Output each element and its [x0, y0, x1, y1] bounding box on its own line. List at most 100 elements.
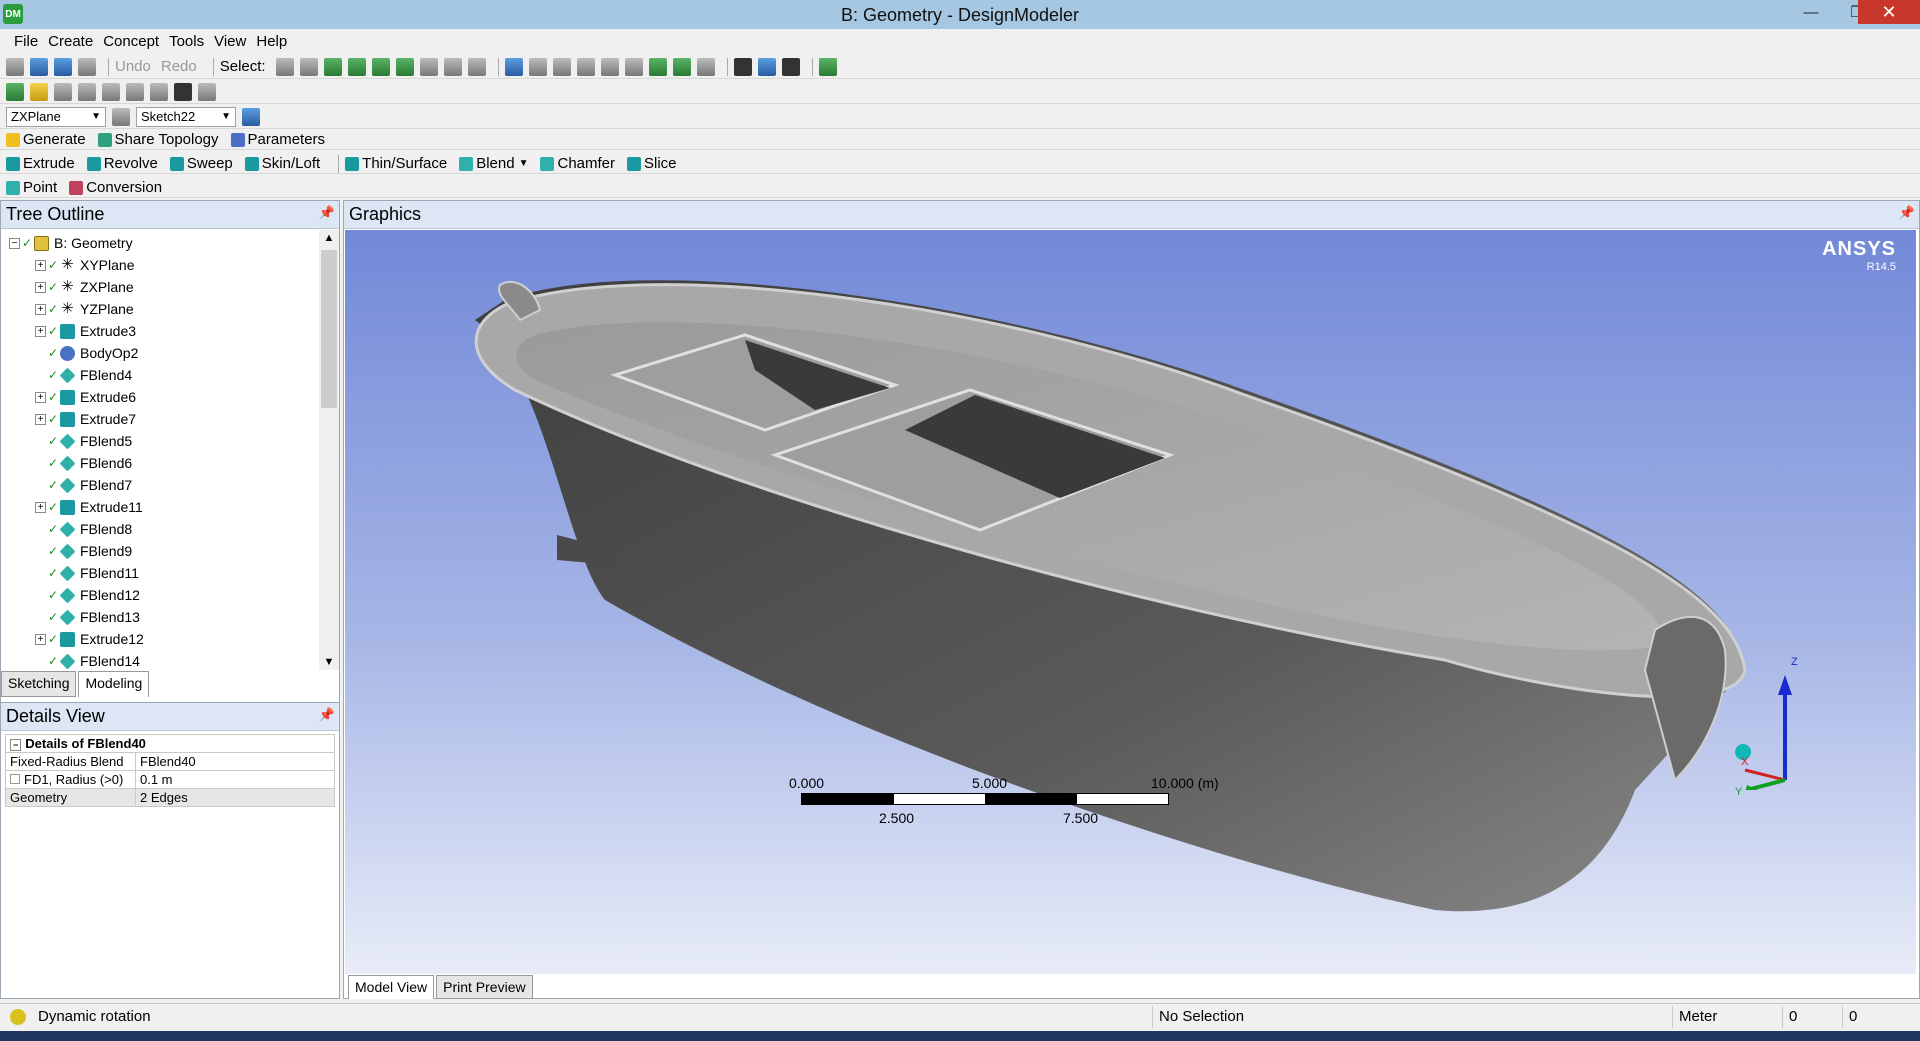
tab-modeling[interactable]: Modeling	[78, 671, 150, 697]
scroll-down-icon[interactable]: ▼	[319, 656, 339, 668]
new-icon[interactable]	[6, 57, 24, 76]
details-row[interactable]: Geometry 2 Edges	[5, 788, 335, 807]
select-faces-icon[interactable]	[371, 57, 390, 76]
rotate-icon[interactable]	[504, 57, 523, 76]
tree-item[interactable]: ✓ FBlend11	[35, 562, 139, 584]
screenshot-icon[interactable]	[78, 57, 96, 76]
close-button[interactable]: ✕	[1858, 0, 1920, 24]
next-view-icon[interactable]	[672, 57, 691, 76]
parameter-checkbox[interactable]	[10, 774, 20, 784]
display-bodies-icon[interactable]	[30, 82, 48, 101]
tree-item[interactable]: ✓ FBlend8	[35, 518, 132, 540]
isometric-view-icon[interactable]	[696, 57, 715, 76]
menu-file[interactable]: File	[14, 33, 38, 53]
details-row-value[interactable]: 0.1 m	[135, 770, 335, 789]
tree-item[interactable]: ✓ FBlend4	[35, 364, 132, 386]
tree-item[interactable]: ✓ FBlend12	[35, 584, 140, 606]
menu-create[interactable]: Create	[48, 33, 93, 53]
tree-item[interactable]: + ✓ ✳ YZPlane	[35, 298, 134, 320]
tree-item[interactable]: + ✓ Extrude12	[35, 628, 144, 650]
tree-item[interactable]: + ✓ ✳ XYPlane	[35, 254, 134, 276]
tree-item[interactable]: + ✓ Extrude11	[35, 496, 143, 518]
extend-selection-icon[interactable]	[419, 57, 438, 76]
scroll-up-icon[interactable]: ▲	[319, 232, 339, 244]
generate-button[interactable]: Generate	[6, 131, 86, 148]
select-filter-icon[interactable]	[299, 57, 318, 76]
expand-icon[interactable]: +	[35, 391, 46, 403]
menu-help[interactable]: Help	[256, 33, 287, 53]
revolve-button[interactable]: Revolve	[86, 155, 158, 172]
undo-button[interactable]: Undo	[115, 58, 151, 75]
tree-item[interactable]: + ✓ Extrude7	[35, 408, 136, 430]
menu-view[interactable]: View	[214, 33, 246, 53]
triad-icon[interactable]	[733, 57, 752, 76]
point-button[interactable]: Point	[6, 179, 57, 196]
share-topology-button[interactable]: Share Topology	[97, 131, 219, 148]
expand-icon[interactable]: +	[35, 303, 46, 315]
tree-scrollbar[interactable]: ▲ ▼	[319, 230, 339, 670]
box-zoom-icon[interactable]	[576, 57, 595, 76]
magnifier-icon[interactable]	[624, 57, 643, 76]
conversion-button[interactable]: Conversion	[69, 179, 162, 196]
zoom-to-fit-icon[interactable]	[600, 57, 619, 76]
previous-view-icon[interactable]	[648, 57, 667, 76]
tab-print-preview[interactable]: Print Preview	[436, 975, 533, 999]
chamfer-button[interactable]: Chamfer	[540, 155, 615, 172]
display-points-icon[interactable]	[781, 57, 800, 76]
save-as-icon[interactable]	[54, 57, 72, 76]
redo-button[interactable]: Redo	[161, 58, 197, 75]
status-units[interactable]: Meter	[1672, 1006, 1782, 1028]
details-row-value[interactable]: FBlend40	[135, 752, 335, 771]
pin-icon[interactable]: 📌	[1899, 205, 1915, 221]
axis-triad[interactable]	[1735, 660, 1825, 790]
extrude-button[interactable]: Extrude	[6, 155, 75, 172]
collapse-icon[interactable]: −	[9, 237, 20, 249]
details-row-value[interactable]: 2 Edges	[135, 788, 335, 807]
zoom-icon[interactable]	[552, 57, 571, 76]
menu-tools[interactable]: Tools	[169, 33, 204, 53]
parameters-button[interactable]: Parameters	[230, 131, 325, 148]
select-mode-icon[interactable]	[275, 57, 294, 76]
sketch-tool-1-icon[interactable]	[54, 82, 72, 101]
scroll-thumb[interactable]	[321, 250, 337, 408]
slice-button[interactable]: Slice	[627, 155, 677, 172]
look-at-icon[interactable]	[818, 57, 837, 76]
sweep-button[interactable]: Sweep	[169, 155, 233, 172]
sketch-tool-2-icon[interactable]	[78, 82, 96, 101]
thin-surface-button[interactable]: Thin/Surface	[345, 155, 447, 172]
tree-item[interactable]: + ✓ ✳ ZXPlane	[35, 276, 134, 298]
pin-tool-icon[interactable]	[174, 82, 192, 101]
collapse-icon[interactable]: −	[10, 739, 22, 751]
tree-item[interactable]: ✓ FBlend6	[35, 452, 132, 474]
new-plane-icon[interactable]	[112, 107, 130, 126]
plane-select[interactable]: ZXPlane ▼	[6, 106, 106, 127]
expand-icon[interactable]: +	[35, 413, 46, 425]
details-row[interactable]: FD1, Radius (>0) 0.1 m	[5, 770, 335, 789]
tree-root[interactable]: − ✓ B: Geometry	[9, 232, 133, 254]
expand-icon[interactable]: +	[35, 281, 46, 293]
tree-item[interactable]: + ✓ Extrude3	[35, 320, 136, 342]
tab-sketching[interactable]: Sketching	[1, 671, 77, 697]
tree-item[interactable]: ✓ FBlend9	[35, 540, 132, 562]
details-row[interactable]: Fixed-Radius Blend FBlend40	[5, 752, 335, 771]
tree-item[interactable]: ✓ BodyOp2	[35, 342, 138, 364]
display-model-icon[interactable]	[757, 57, 776, 76]
sketch-tool-4-icon[interactable]	[126, 82, 144, 101]
select-none-icon[interactable]	[467, 57, 486, 76]
tree-item[interactable]: ✓ FBlend7	[35, 474, 132, 496]
menu-concept[interactable]: Concept	[103, 33, 159, 53]
sketch-tool-5-icon[interactable]	[150, 82, 168, 101]
new-sketch-icon[interactable]	[242, 107, 260, 126]
expand-icon[interactable]: +	[35, 325, 46, 337]
sketch-tool-6-icon[interactable]	[198, 82, 216, 101]
tree-item[interactable]: + ✓ Extrude6	[35, 386, 136, 408]
skin-loft-button[interactable]: Skin/Loft	[244, 155, 320, 172]
select-all-icon[interactable]	[443, 57, 462, 76]
blend-dropdown[interactable]: Blend ▼	[459, 155, 528, 172]
tab-model-view[interactable]: Model View	[348, 975, 435, 999]
tree-item[interactable]: ✓ FBlend14	[35, 650, 140, 670]
pin-icon[interactable]: 📌	[319, 707, 335, 723]
pin-icon[interactable]: 📌	[319, 205, 335, 221]
save-icon[interactable]	[30, 57, 48, 76]
sketch-select[interactable]: Sketch22 ▼	[136, 106, 236, 127]
